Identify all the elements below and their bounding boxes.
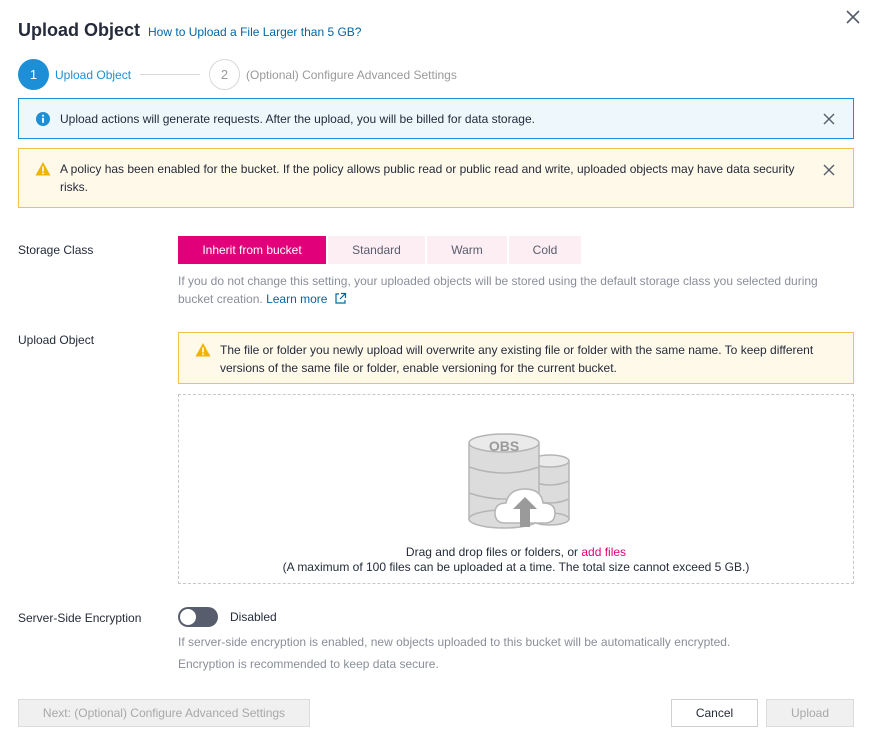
- warning-icon: [195, 343, 211, 357]
- storage-option-standard[interactable]: Standard: [328, 236, 425, 264]
- step-connector: [140, 74, 201, 75]
- step-2-number: 2: [209, 59, 241, 90]
- dialog-title: Upload Object: [18, 20, 141, 40]
- upload-limit-text: (A maximum of 100 files can be uploaded …: [282, 560, 750, 574]
- warning-icon: [35, 162, 51, 176]
- step-1-number: 1: [18, 59, 49, 90]
- encryption-hint-2: Encryption is recommended to keep data s…: [178, 657, 439, 671]
- drop-instructions: Drag and drop files or folders, or add f…: [179, 545, 853, 575]
- storage-class-label: Storage Class: [18, 243, 94, 257]
- dialog-header: Upload Object How to Upload a File Large…: [18, 20, 361, 41]
- storage-class-selector: Inherit from bucket Standard Warm Cold: [178, 236, 583, 264]
- learn-more-link[interactable]: Learn more: [266, 292, 347, 306]
- storage-class-hint: If you do not change this setting, your …: [178, 272, 838, 308]
- overwrite-warning-text: The file or folder you newly upload will…: [220, 343, 814, 375]
- obs-cloud-upload-icon: OBS: [468, 433, 570, 529]
- storage-option-inherit[interactable]: Inherit from bucket: [178, 236, 326, 264]
- info-alert-text: Upload actions will generate requests. A…: [60, 112, 535, 126]
- external-link-icon: [335, 292, 346, 304]
- storage-option-warm[interactable]: Warm: [427, 236, 507, 264]
- svg-text:OBS: OBS: [489, 438, 519, 454]
- file-drop-zone[interactable]: OBS Drag and drop files or folders, or a…: [178, 394, 854, 584]
- encryption-toggle[interactable]: [178, 607, 218, 627]
- dismiss-info-alert-icon[interactable]: [822, 112, 836, 126]
- next-step-button[interactable]: Next: (Optional) Configure Advanced Sett…: [18, 699, 310, 727]
- close-icon[interactable]: [843, 7, 863, 27]
- warning-alert-text: A policy has been enabled for the bucket…: [60, 162, 795, 194]
- cancel-button[interactable]: Cancel: [671, 699, 758, 727]
- encryption-state: Disabled: [230, 610, 277, 624]
- storage-option-cold[interactable]: Cold: [509, 236, 581, 264]
- add-files-link[interactable]: add files: [581, 545, 626, 559]
- billing-info-alert: Upload actions will generate requests. A…: [18, 98, 854, 139]
- toggle-knob: [180, 609, 196, 625]
- step-2-label: (Optional) Configure Advanced Settings: [246, 67, 457, 82]
- large-file-help-link[interactable]: How to Upload a File Larger than 5 GB?: [148, 25, 361, 39]
- dismiss-warning-alert-icon[interactable]: [822, 163, 836, 177]
- upload-button[interactable]: Upload: [766, 699, 854, 727]
- step-1-label: Upload Object: [55, 67, 132, 82]
- encryption-hint-1: If server-side encryption is enabled, ne…: [178, 635, 731, 649]
- encryption-label: Server-Side Encryption: [18, 611, 142, 625]
- upload-object-label: Upload Object: [18, 333, 95, 347]
- drop-text: Drag and drop files or folders, or: [405, 545, 579, 559]
- overwrite-warning: The file or folder you newly upload will…: [178, 332, 854, 384]
- info-icon: [36, 112, 50, 126]
- step-indicator: 1 Upload Object 2 (Optional) Configure A…: [18, 59, 457, 90]
- policy-warning-alert: A policy has been enabled for the bucket…: [18, 148, 854, 208]
